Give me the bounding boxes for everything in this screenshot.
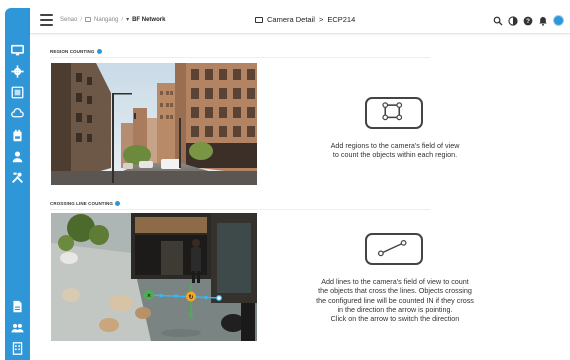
svg-text:↻: ↻ <box>188 294 193 301</box>
monitor-icon[interactable] <box>11 44 24 57</box>
breadcrumb-separator: / <box>121 16 124 23</box>
breadcrumb-separator: / <box>80 16 83 23</box>
report-icon[interactable] <box>11 300 24 313</box>
crossing-line-description-line: the configured line will be counted IN i… <box>316 295 474 305</box>
dashboard-icon[interactable] <box>11 86 24 99</box>
sidebar <box>5 8 30 360</box>
crossing-line-counting-label: CROSSING LINE COUNTING <box>50 201 120 206</box>
region-counting-description-line: to count the objects within each region. <box>332 150 458 160</box>
top-icons: ? <box>493 15 564 26</box>
breadcrumb-item[interactable]: Nangang <box>94 17 118 23</box>
building-icon[interactable] <box>11 342 24 355</box>
add-region-button[interactable] <box>365 97 423 129</box>
app-root: Senao / Nangang / ▾ BF Network Camera De… <box>0 0 570 360</box>
info-icon[interactable] <box>114 201 120 206</box>
crossing-line-description-line: in the direction the arrow is pointing. <box>337 304 453 314</box>
contrast-icon[interactable] <box>508 15 518 26</box>
tools-icon[interactable] <box>11 171 24 184</box>
network-icon: ▾ <box>126 17 130 23</box>
crossing-line-description-line: Add lines to the camera's field of view … <box>321 277 469 286</box>
site-icon <box>85 17 92 22</box>
divider <box>50 57 430 58</box>
breadcrumb-item[interactable]: BF Network <box>132 17 165 23</box>
breadcrumb-item[interactable]: Senao <box>60 17 77 23</box>
divider <box>50 209 430 210</box>
region-counting-camera-image[interactable] <box>51 63 257 185</box>
help-icon[interactable]: ? <box>523 16 533 26</box>
svg-text:×: × <box>147 293 151 300</box>
crossing-line-description: Add lines to the camera's field of view … <box>300 277 490 323</box>
camera-icon <box>255 16 263 23</box>
device-icon[interactable] <box>11 129 24 142</box>
crossing-line-description-line: the objects that cross the lines. Object… <box>318 286 472 296</box>
search-icon[interactable] <box>493 16 503 26</box>
crossing-line-counting-title: CROSSING LINE COUNTING <box>50 201 113 206</box>
cloud-icon[interactable] <box>11 107 24 120</box>
crossing-line-camera-image[interactable]: × ↻ <box>51 213 257 341</box>
add-line-button[interactable] <box>365 233 423 265</box>
avatar[interactable] <box>553 15 564 26</box>
gear-icon[interactable] <box>11 65 24 78</box>
region-counting-description-line: Add regions to the camera's field of vie… <box>330 141 460 150</box>
region-counting-description: Add regions to the camera's field of vie… <box>300 141 490 159</box>
breadcrumb: Senao / Nangang / ▾ BF Network <box>60 16 165 24</box>
page-title: Camera Detail > ECP214 <box>255 15 355 24</box>
crossing-line-overlay[interactable]: × ↻ <box>51 213 257 341</box>
svg-text:?: ? <box>526 18 530 25</box>
page-title-separator: > <box>318 15 324 24</box>
region-counting-title: REGION COUNTING <box>50 49 95 54</box>
page-title-section: Camera Detail <box>267 15 315 24</box>
top-bar: Senao / Nangang / ▾ BF Network Camera De… <box>30 8 570 34</box>
menu-icon[interactable] <box>40 14 53 26</box>
bell-icon[interactable] <box>538 16 548 26</box>
crossing-line-description-line: Click on the arrow to switch the directi… <box>330 314 460 324</box>
page-title-device: ECP214 <box>327 15 356 24</box>
region-counting-label: REGION COUNTING <box>50 49 102 54</box>
team-icon[interactable] <box>11 321 24 334</box>
info-icon[interactable] <box>96 49 102 54</box>
user-icon[interactable] <box>11 150 24 163</box>
